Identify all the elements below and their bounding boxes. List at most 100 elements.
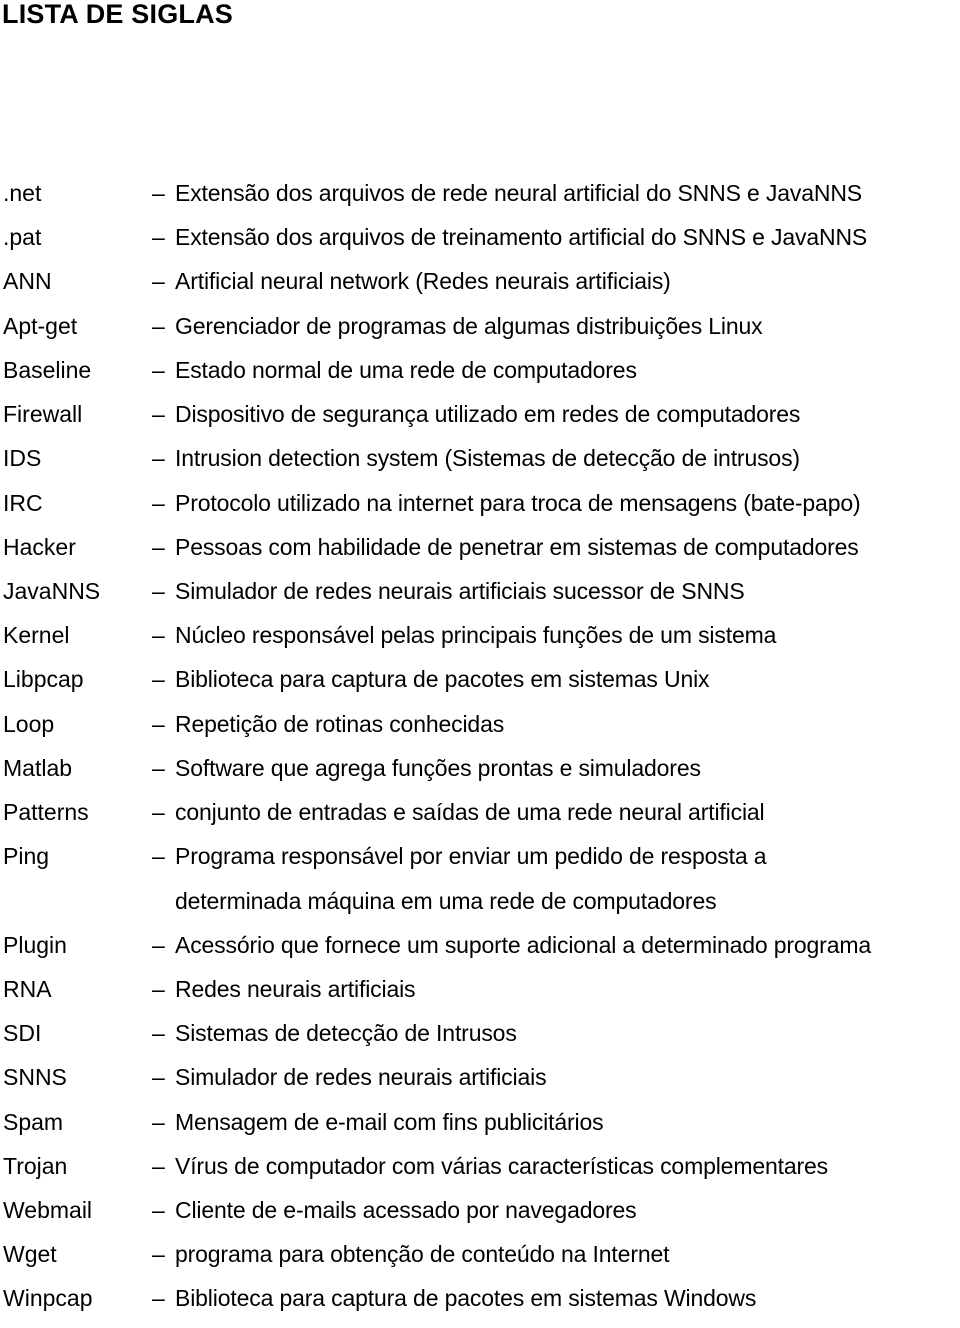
acronym-term: Plugin bbox=[3, 931, 67, 958]
acronym-entry: IDS – Intrusion detection system (Sistemas… bbox=[0, 443, 960, 487]
acronym-definition: Software que agrega funções prontas e si… bbox=[175, 754, 701, 781]
acronym-term: Libpcap bbox=[3, 666, 84, 693]
acronym-term: Webmail bbox=[3, 1197, 93, 1224]
dash-separator: – bbox=[152, 710, 165, 737]
dash-separator: – bbox=[152, 666, 165, 693]
acronym-entry: SDI – Sistemas de detecção de Intrusos bbox=[0, 1018, 960, 1062]
acronym-entry-continuation: determinada máquina em uma rede de compu… bbox=[0, 886, 960, 930]
dash-separator: – bbox=[152, 356, 165, 383]
dash-separator: – bbox=[152, 224, 165, 251]
acronym-term: Loop bbox=[3, 710, 55, 737]
acronym-term: Winpcap bbox=[3, 1285, 93, 1312]
dash-separator: – bbox=[152, 754, 165, 781]
acronym-term: JavaNNS bbox=[3, 577, 101, 604]
acronym-definition: Artificial neural network (Redes neurais… bbox=[175, 268, 671, 295]
acronym-entry: Baseline – Estado normal de uma rede de co… bbox=[0, 355, 960, 399]
acronym-term: .pat bbox=[3, 224, 42, 251]
dash-separator: – bbox=[152, 1108, 165, 1135]
acronym-entry: Wget – programa para obtenção de conteúdo … bbox=[0, 1239, 960, 1283]
acronym-definition: Dispositivo de segurança utilizado em re… bbox=[175, 401, 801, 428]
acronym-term: Apt-get bbox=[3, 312, 78, 339]
acronym-term: Patterns bbox=[3, 799, 89, 826]
acronym-term: IDS bbox=[3, 445, 42, 472]
dash-separator: – bbox=[152, 577, 165, 604]
dash-separator: – bbox=[152, 445, 165, 472]
dash-separator: – bbox=[152, 1197, 165, 1224]
acronym-entry: Matlab – Software que agrega funções pront… bbox=[0, 753, 960, 797]
acronym-definition: Vírus de computador com várias caracterí… bbox=[175, 1152, 828, 1179]
acronym-definition: Acessório que fornece um suporte adicion… bbox=[175, 931, 871, 958]
acronym-definition: Redes neurais artificiais bbox=[175, 975, 416, 1002]
dash-separator: – bbox=[152, 180, 165, 206]
acronym-definition: Simulador de redes neurais artificiais s… bbox=[175, 577, 745, 604]
dash-separator: – bbox=[152, 312, 165, 339]
acronym-entry: JavaNNS – Simulador de redes neurais artif… bbox=[0, 576, 960, 620]
acronym-entry: Kernel – Núcleo responsável pelas principa… bbox=[0, 620, 960, 664]
dash-separator: – bbox=[152, 1285, 165, 1312]
dash-separator: – bbox=[152, 1152, 165, 1179]
acronym-definition: Extensão dos arquivos de rede neural art… bbox=[175, 180, 862, 206]
acronym-term: Baseline bbox=[3, 356, 92, 383]
dash-separator: – bbox=[152, 931, 165, 958]
acronym-entry: Apt-get – Gerenciador de programas de algu… bbox=[0, 311, 960, 355]
acronym-definition: conjunto de entradas e saídas de uma red… bbox=[175, 799, 765, 826]
acronym-entry: Trojan – Vírus de computador com várias ca… bbox=[0, 1151, 960, 1195]
acronym-definition-continuation: determinada máquina em uma rede de compu… bbox=[175, 887, 717, 914]
acronym-entry: IRC – Protocolo utilizado na internet para… bbox=[0, 488, 960, 532]
acronym-term: ANN bbox=[3, 268, 52, 295]
dash-separator: – bbox=[152, 975, 165, 1002]
dash-separator: – bbox=[152, 401, 165, 428]
dash-separator: – bbox=[152, 1241, 165, 1268]
acronym-entry: Winpcap – Biblioteca para captura de pacot… bbox=[0, 1283, 960, 1327]
acronym-entry: .pat – Extensão dos arquivos de treinament… bbox=[0, 222, 960, 266]
dash-separator: – bbox=[152, 1020, 165, 1047]
acronym-entry: Libpcap – Biblioteca para captura de pacot… bbox=[0, 664, 960, 708]
acronym-definition: Cliente de e-mails acessado por navegado… bbox=[175, 1197, 637, 1224]
acronym-entry: Plugin – Acessório que fornece um suporte … bbox=[0, 930, 960, 974]
acronym-definition: Pessoas com habilidade de penetrar em si… bbox=[175, 533, 859, 560]
dash-separator: – bbox=[152, 843, 165, 870]
acronym-term: Matlab bbox=[3, 754, 73, 781]
acronym-term: Ping bbox=[3, 843, 50, 870]
acronym-term: Trojan bbox=[3, 1152, 68, 1179]
dash-separator: – bbox=[152, 489, 165, 516]
acronym-definition: Simulador de redes neurais artificiais bbox=[175, 1064, 547, 1091]
acronym-definition: Biblioteca para captura de pacotes em si… bbox=[175, 666, 710, 693]
acronym-definition: Gerenciador de programas de algumas dist… bbox=[175, 312, 763, 339]
acronym-term: Kernel bbox=[3, 622, 70, 649]
acronym-entry: Webmail – Cliente de e-mails acessado por … bbox=[0, 1195, 960, 1239]
dash-separator: – bbox=[152, 268, 165, 295]
acronym-entry: ANN – Artificial neural network (Redes neu… bbox=[0, 266, 960, 310]
acronym-term: SDI bbox=[3, 1020, 42, 1047]
acronym-definition: Repetição de rotinas conhecidas bbox=[175, 710, 505, 737]
acronym-entry: RNA – Redes neurais artificiais bbox=[0, 974, 960, 1018]
acronym-entry: SNNS – Simulador de redes neurais artifici… bbox=[0, 1062, 960, 1106]
acronym-entry: Firewall – Dispositivo de segurança utiliz… bbox=[0, 399, 960, 443]
dash-separator: – bbox=[152, 799, 165, 826]
acronym-definition: Protocolo utilizado na internet para tro… bbox=[175, 489, 861, 516]
acronym-definition: Biblioteca para captura de pacotes em si… bbox=[175, 1285, 757, 1312]
acronym-entry: Patterns – conjunto de entradas e saídas d… bbox=[0, 797, 960, 841]
acronym-term: Wget bbox=[3, 1241, 57, 1268]
acronym-term: RNA bbox=[3, 975, 52, 1002]
acronym-term: IRC bbox=[3, 489, 43, 516]
page-title: LISTA DE SIGLAS bbox=[2, 0, 234, 29]
dash-separator: – bbox=[152, 622, 165, 649]
acronym-term: SNNS bbox=[3, 1064, 67, 1091]
acronym-definition: Programa responsável por enviar um pedid… bbox=[175, 843, 767, 870]
acronym-entry: Loop – Repetição de rotinas conhecidas bbox=[0, 709, 960, 753]
acronym-term: Spam bbox=[3, 1108, 64, 1135]
acronym-entry: Hacker – Pessoas com habilidade de penetra… bbox=[0, 532, 960, 576]
dash-separator: – bbox=[152, 533, 165, 560]
acronym-term: .net bbox=[3, 180, 42, 206]
acronym-definition: Mensagem de e-mail com fins publicitário… bbox=[175, 1108, 604, 1135]
dash-separator: – bbox=[152, 1064, 165, 1091]
acronym-definition: Estado normal de uma rede de computadore… bbox=[175, 356, 637, 383]
acronym-term: Firewall bbox=[3, 401, 83, 428]
acronym-list: .net – Extensão dos arquivos de rede neura… bbox=[0, 178, 960, 1328]
acronym-definition: programa para obtenção de conteúdo na In… bbox=[175, 1241, 670, 1268]
acronym-term: Hacker bbox=[3, 533, 76, 560]
acronym-definition: Sistemas de detecção de Intrusos bbox=[175, 1020, 517, 1047]
acronym-definition: Extensão dos arquivos de treinamento art… bbox=[175, 224, 868, 251]
acronym-definition: Núcleo responsável pelas principais funç… bbox=[175, 622, 777, 649]
